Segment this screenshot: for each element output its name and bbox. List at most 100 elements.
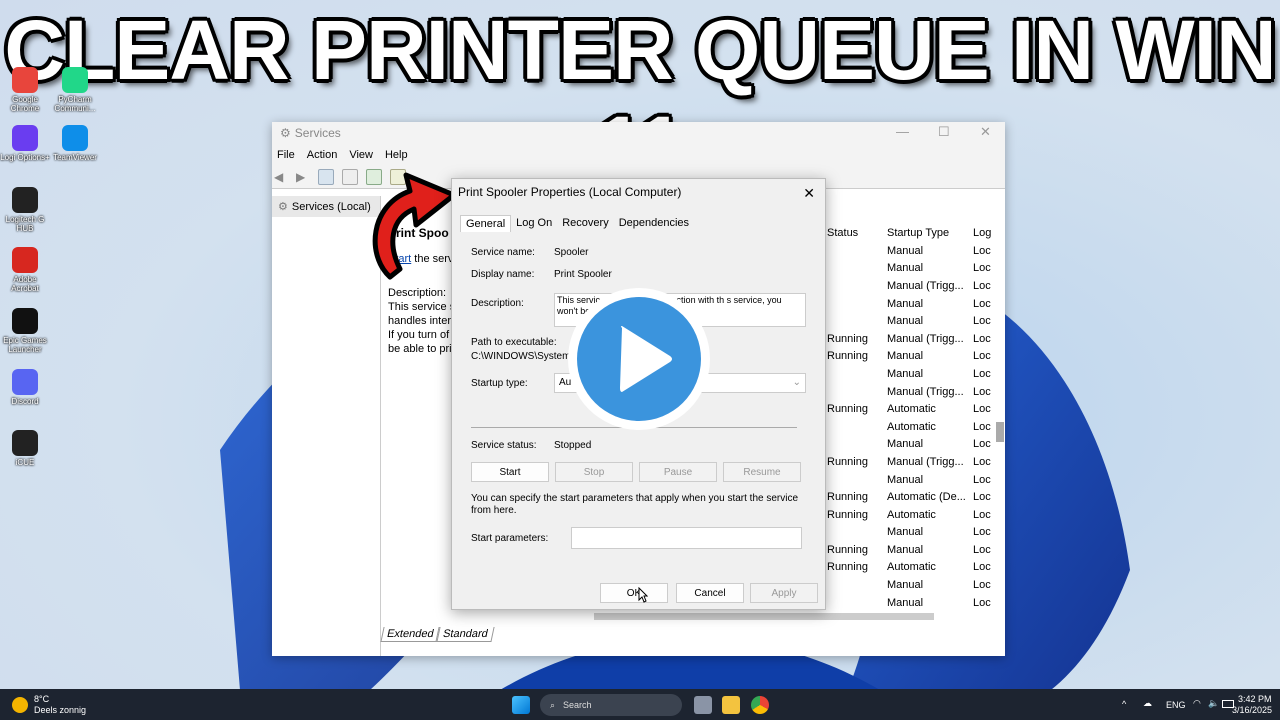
startup-type-label: Startup type: [471, 378, 528, 389]
stop-button[interactable]: Stop [555, 462, 633, 482]
properties-icon[interactable] [342, 169, 358, 185]
cell-startup-type: Manual (Trigg... [887, 455, 964, 468]
cell-log-on: Loc [973, 508, 991, 521]
table-row[interactable]: Manual Loc [827, 295, 997, 313]
table-row[interactable]: Manual Loc [827, 312, 997, 330]
table-row[interactable]: Manual Loc [827, 576, 997, 594]
dialog-close-icon[interactable]: ✕ [803, 185, 815, 202]
clock-date[interactable]: 3/16/2025 [1232, 705, 1272, 715]
cell-startup-type: Manual [887, 596, 924, 609]
cell-log-on: Loc [973, 332, 991, 345]
table-row[interactable]: Manual Loc [827, 260, 997, 278]
menu-help[interactable]: Help [383, 149, 410, 161]
table-row[interactable]: Running Manual (Trigg... Loc [827, 330, 997, 348]
maximize-button[interactable]: ☐ [938, 124, 950, 140]
cell-startup-type: Manual [887, 262, 924, 275]
cell-log-on: Loc [973, 297, 991, 310]
cell-log-on: Loc [973, 526, 991, 539]
language-indicator[interactable]: ENG [1166, 700, 1186, 710]
column-status[interactable]: Status [827, 227, 887, 239]
table-row[interactable]: Manual Loc [827, 594, 997, 612]
column-log-on[interactable]: Log [973, 227, 997, 239]
menu-view[interactable]: View [347, 149, 375, 161]
pause-button[interactable]: Pause [639, 462, 717, 482]
play-button[interactable] [568, 288, 710, 430]
chrome-icon[interactable] [751, 696, 769, 714]
cell-log-on: Loc [973, 244, 991, 257]
tab-dependencies[interactable]: Dependencies [614, 215, 694, 232]
desktop-shortcut-label: iCUE [15, 458, 35, 467]
table-row[interactable]: Running Manual Loc [827, 348, 997, 366]
apply-button[interactable]: Apply [750, 583, 818, 603]
table-row[interactable]: Manual Loc [827, 365, 997, 383]
cell-log-on: Loc [973, 403, 991, 416]
desktop-shortcut[interactable]: iCUE [0, 430, 50, 467]
desktop-shortcut[interactable]: Epic Games Launcher [0, 308, 50, 354]
desktop-shortcut[interactable]: Logi Options+ [0, 125, 50, 162]
start-parameters-input[interactable] [571, 527, 802, 549]
start-button[interactable]: Start [471, 462, 549, 482]
task-view-icon[interactable] [694, 696, 712, 714]
horizontal-scrollbar[interactable] [594, 613, 934, 620]
chevron-up-icon[interactable]: ^ [1122, 699, 1126, 709]
clock-time[interactable]: 3:42 PM [1238, 694, 1272, 704]
table-row[interactable]: Manual Loc [827, 242, 997, 260]
cell-log-on: Loc [973, 473, 991, 486]
table-row[interactable]: Running Manual (Trigg... Loc [827, 453, 997, 471]
table-row[interactable]: Manual Loc [827, 436, 997, 454]
table-row[interactable]: Manual Loc [827, 471, 997, 489]
desktop-shortcut[interactable]: Discord [0, 369, 50, 406]
forward-icon[interactable]: ▶ [296, 170, 310, 184]
back-icon[interactable]: ◀ [274, 170, 288, 184]
table-row[interactable]: Automatic Loc [827, 418, 997, 436]
minimize-button[interactable]: — [896, 124, 909, 139]
console-tree-icon[interactable] [318, 169, 334, 185]
close-button[interactable]: ✕ [980, 124, 991, 140]
desktop-shortcut[interactable]: TeamViewer [50, 125, 100, 162]
ok-button[interactable]: OK [600, 583, 668, 603]
table-row[interactable]: Running Automatic Loc [827, 559, 997, 577]
desktop-shortcut-label: Discord [11, 397, 39, 406]
table-row[interactable]: Manual (Trigg... Loc [827, 383, 997, 401]
desktop-shortcut[interactable]: Logitech G HUB [0, 187, 50, 233]
description-line: If you turn of [388, 329, 450, 341]
start-icon[interactable] [512, 696, 530, 714]
table-row[interactable]: Running Automatic (De... Loc [827, 488, 997, 506]
cell-startup-type: Manual [887, 350, 924, 363]
file-explorer-icon[interactable] [722, 696, 740, 714]
taskbar-search[interactable]: ⌕ Search [540, 694, 682, 716]
tab-recovery[interactable]: Recovery [557, 215, 613, 232]
cell-log-on: Loc [973, 596, 991, 609]
chrome-icon [12, 67, 38, 93]
vertical-scrollbar[interactable] [996, 422, 1004, 442]
table-row[interactable]: Running Manual Loc [827, 541, 997, 559]
start-parameters-hint: You can specify the start parameters tha… [471, 493, 799, 516]
desktop-shortcut[interactable]: Google Chrome [0, 67, 50, 113]
cell-startup-type: Manual [887, 438, 924, 451]
table-row[interactable]: Running Automatic Loc [827, 506, 997, 524]
cell-startup-type: Manual [887, 579, 924, 592]
tab-extended[interactable]: Extended [380, 627, 441, 642]
table-row[interactable]: Running Automatic Loc [827, 400, 997, 418]
column-startup-type[interactable]: Startup Type [887, 227, 973, 239]
description-line: handles inter [388, 315, 451, 327]
menu-file[interactable]: File [275, 149, 297, 161]
volume-icon[interactable]: 🔈 [1208, 698, 1219, 709]
cell-log-on: Loc [973, 543, 991, 556]
desktop-shortcut[interactable]: PyCharm Communi... [50, 67, 100, 113]
resume-button[interactable]: Resume [723, 462, 801, 482]
menu-action[interactable]: Action [305, 149, 340, 161]
tab-general[interactable]: General [460, 215, 512, 232]
weather-icon[interactable] [12, 697, 28, 713]
path-label: Path to executable: [471, 337, 557, 348]
table-row[interactable]: Manual Loc [827, 524, 997, 542]
cancel-button[interactable]: Cancel [676, 583, 744, 603]
wifi-icon[interactable]: ◠ [1193, 698, 1201, 709]
tab-log-on[interactable]: Log On [511, 215, 557, 232]
cloud-icon[interactable]: ☁ [1143, 698, 1152, 709]
cell-startup-type: Manual [887, 244, 924, 257]
table-row[interactable]: Manual (Trigg... Loc [827, 277, 997, 295]
tab-standard[interactable]: Standard [436, 627, 495, 642]
display-name-label: Display name: [471, 269, 535, 280]
desktop-shortcut[interactable]: Adobe Acrobat [0, 247, 50, 293]
